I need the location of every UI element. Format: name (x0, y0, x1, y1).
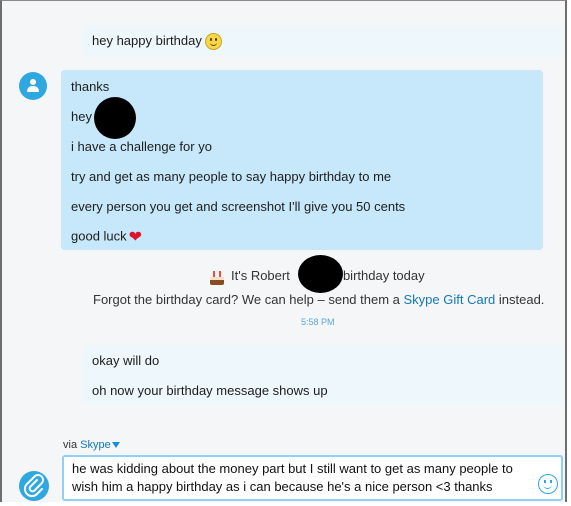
smiley-icon[interactable] (538, 474, 558, 494)
heart-icon: ❤ (128, 229, 143, 246)
message-line: i have a challenge for yo (71, 139, 212, 154)
redaction-blur (298, 255, 343, 293)
message-text-content: hey happy birthday (92, 33, 202, 48)
message-line: good luck ❤ (71, 227, 142, 247)
notice-text: Forgot the birthday card? We can help – … (93, 292, 404, 307)
sent-message-bubble: hey happy birthday (82, 26, 563, 56)
paperclip-icon[interactable] (19, 471, 49, 501)
message-line: hey (71, 109, 92, 124)
message-input-text[interactable]: he was kidding about the money part but … (72, 460, 553, 496)
chevron-down-icon[interactable] (111, 442, 120, 449)
skype-gift-card-link[interactable]: Skype Gift Card (404, 292, 496, 307)
via-service-link[interactable]: Skype (80, 439, 111, 451)
message-line: okay will do (92, 353, 160, 368)
message-text: hey happy birthday (92, 33, 222, 51)
notice-text: It's Robert (231, 268, 290, 283)
message-line-text: good luck (71, 228, 127, 244)
message-line: oh now your birthday message shows up (92, 383, 328, 398)
notice-text: s birthday today (332, 268, 425, 283)
message-line: every person you get and screenshot I'll… (71, 199, 406, 214)
birthday-cake-icon (209, 269, 225, 285)
message-input[interactable]: he was kidding about the money part but … (62, 455, 563, 501)
received-message-bubble: thanks hey i have a challenge for yo try… (61, 70, 543, 250)
message-line: thanks (71, 79, 110, 94)
message-timestamp: 5:58 PM (301, 317, 335, 327)
birthday-notice-line2: Forgot the birthday card? We can help – … (93, 292, 544, 307)
via-selector[interactable]: via Skype (63, 439, 120, 451)
chat-window: hey happy birthday thanks hey i have a c… (0, 0, 567, 502)
notice-text: instead. (495, 292, 545, 307)
user-avatar-icon[interactable] (19, 72, 47, 100)
redaction-blur (94, 97, 136, 139)
via-label: via (63, 439, 78, 451)
smiley-emoji-icon (204, 33, 222, 51)
sent-message-bubble: okay will do oh now your birthday messag… (82, 345, 563, 405)
message-line: try and get as many people to say happy … (71, 169, 392, 184)
